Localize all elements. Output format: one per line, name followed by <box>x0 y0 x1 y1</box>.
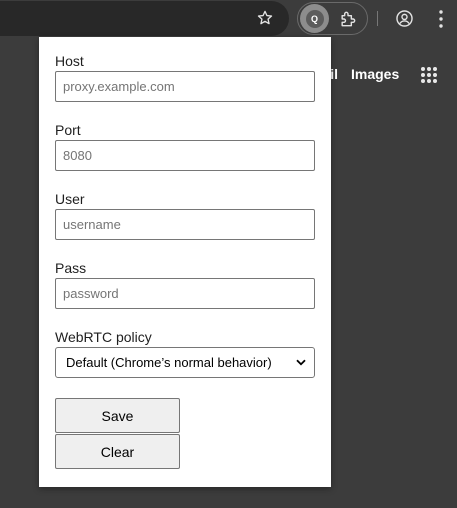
puzzle-icon[interactable] <box>338 9 358 29</box>
extension-letter: Q <box>305 9 324 28</box>
proxy-extension-icon[interactable]: Q <box>300 4 329 33</box>
star-icon[interactable] <box>256 9 274 27</box>
proxy-popup: Host Port User Pass WebRTC policy Defaul… <box>39 37 331 487</box>
browser-toolbar: Q <box>0 0 457 37</box>
user-label: User <box>55 191 85 207</box>
webrtc-policy-select[interactable]: Default (Chrome’s normal behavior) <box>55 347 315 378</box>
port-input[interactable] <box>55 140 315 171</box>
profile-icon[interactable] <box>395 9 414 28</box>
port-label: Port <box>55 122 81 138</box>
host-label: Host <box>55 53 84 69</box>
host-input[interactable] <box>55 71 315 102</box>
images-link[interactable]: Images <box>351 66 399 82</box>
chevron-down-icon <box>296 359 306 366</box>
pass-label: Pass <box>55 260 87 276</box>
address-bar[interactable] <box>0 1 289 36</box>
kebab-menu-icon[interactable] <box>437 9 445 29</box>
webrtc-policy-label: WebRTC policy <box>55 329 152 345</box>
pass-input[interactable] <box>55 278 315 309</box>
extension-group: Q <box>297 2 368 35</box>
webrtc-policy-selected: Default (Chrome’s normal behavior) <box>66 355 272 370</box>
clear-button[interactable]: Clear <box>55 434 180 469</box>
apps-grid-icon[interactable] <box>420 66 438 84</box>
user-input[interactable] <box>55 209 315 240</box>
save-button[interactable]: Save <box>55 398 180 433</box>
toolbar-divider <box>377 11 378 26</box>
